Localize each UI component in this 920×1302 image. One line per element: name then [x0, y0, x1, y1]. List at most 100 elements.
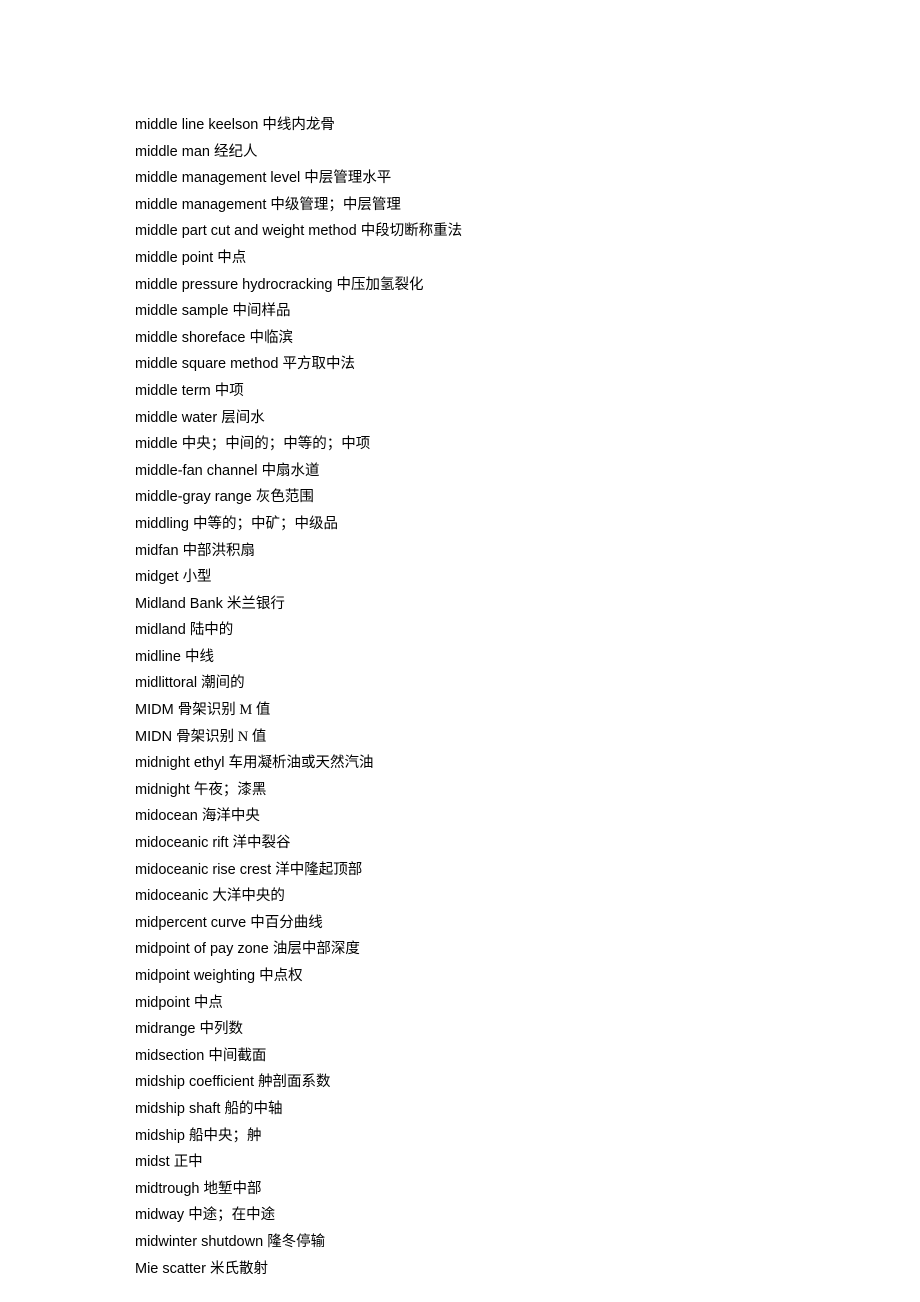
term-text: middle management level	[135, 170, 300, 186]
definition-text: 洋中隆起顶部	[275, 862, 362, 878]
term-text: midship shaft	[135, 1101, 220, 1117]
definition-text: 中临滨	[249, 330, 293, 346]
glossary-entry: middle term 中项	[135, 378, 785, 405]
term-text: middle-fan channel	[135, 463, 258, 479]
definition-text: 隆冬停输	[267, 1234, 325, 1250]
definition-text: 中段切断称重法	[361, 223, 463, 239]
term-text: midnight ethyl	[135, 755, 224, 771]
definition-text: 正中	[174, 1154, 203, 1170]
term-text: middle square method	[135, 356, 278, 372]
term-text: midfan	[135, 543, 179, 559]
glossary-entry: middle shoreface 中临滨	[135, 325, 785, 352]
term-text: middle management	[135, 197, 266, 213]
term-text: middle part cut and weight method	[135, 223, 357, 239]
term-text: middle shoreface	[135, 330, 245, 346]
glossary-entry: middling 中等的；中矿；中级品	[135, 511, 785, 538]
term-text: midpoint	[135, 995, 190, 1011]
definition-text: 骨架识别 M 值	[178, 702, 271, 718]
definition-text: 油层中部深度	[273, 941, 360, 957]
definition-text: 中压加氢裂化	[336, 277, 423, 293]
definition-text: 中扇水道	[262, 463, 320, 479]
term-text: MIDN	[135, 729, 172, 745]
definition-text: 中间样品	[233, 303, 291, 319]
term-text: midpercent curve	[135, 915, 246, 931]
definition-text: 车用凝析油或天然汽油	[229, 755, 374, 771]
term-text: midoceanic rise crest	[135, 862, 271, 878]
term-text: middle point	[135, 250, 213, 266]
definition-text: 中等的；中矿；中级品	[193, 516, 338, 532]
term-text: midtrough	[135, 1181, 199, 1197]
definition-text: 海洋中央	[202, 808, 260, 824]
term-text: Midland Bank	[135, 596, 223, 612]
term-text: MIDM	[135, 702, 174, 718]
definition-text: 中百分曲线	[250, 915, 323, 931]
glossary-entry: midpoint 中点	[135, 990, 785, 1017]
term-text: midst	[135, 1154, 170, 1170]
term-text: midoceanic rift	[135, 835, 228, 851]
definition-text: 潮间的	[201, 675, 245, 691]
glossary-entry: middle man 经纪人	[135, 139, 785, 166]
entries-list: middle line keelson 中线内龙骨middle man 经纪人m…	[135, 112, 785, 1282]
definition-text: 中点权	[259, 968, 303, 984]
glossary-entry: MIDM 骨架识别 M 值	[135, 697, 785, 724]
term-text: middling	[135, 516, 189, 532]
definition-text: 骨架识别 N 值	[176, 729, 266, 745]
glossary-entry: midnight ethyl 车用凝析油或天然汽油	[135, 750, 785, 777]
definition-text: 中项	[215, 383, 244, 399]
definition-text: 中部洪积扇	[183, 543, 256, 559]
glossary-entry: middle-fan channel 中扇水道	[135, 458, 785, 485]
term-text: middle term	[135, 383, 211, 399]
glossary-entry: midline 中线	[135, 644, 785, 671]
definition-text: 平方取中法	[283, 356, 356, 372]
term-text: middle sample	[135, 303, 229, 319]
term-text: midship	[135, 1128, 185, 1144]
glossary-entry: Midland Bank 米兰银行	[135, 591, 785, 618]
glossary-entry: midnight 午夜；漆黑	[135, 777, 785, 804]
definition-text: 中列数	[199, 1021, 243, 1037]
definition-text: 经纪人	[214, 144, 258, 160]
glossary-entry: midship 船中央；舯	[135, 1123, 785, 1150]
definition-text: 舯剖面系数	[258, 1074, 331, 1090]
term-text: midrange	[135, 1021, 195, 1037]
term-text: middle pressure hydrocracking	[135, 277, 332, 293]
glossary-entry: middle part cut and weight method 中段切断称重…	[135, 218, 785, 245]
term-text: midpoint of pay zone	[135, 941, 269, 957]
definition-text: 洋中裂谷	[233, 835, 291, 851]
definition-text: 中间截面	[208, 1048, 266, 1064]
definition-text: 中线	[185, 649, 214, 665]
glossary-entry: midrange 中列数	[135, 1016, 785, 1043]
term-text: midnight	[135, 782, 190, 798]
glossary-entry: Mie scatter 米氏散射	[135, 1256, 785, 1283]
glossary-entry: midland 陆中的	[135, 617, 785, 644]
glossary-entry: MIDN 骨架识别 N 值	[135, 724, 785, 751]
glossary-entry: middle-gray range 灰色范围	[135, 484, 785, 511]
definition-text: 陆中的	[190, 622, 234, 638]
glossary-entry: midway 中途；在中途	[135, 1202, 785, 1229]
definition-text: 地堑中部	[204, 1181, 262, 1197]
term-text: midsection	[135, 1048, 204, 1064]
term-text: midwinter shutdown	[135, 1234, 263, 1250]
glossary-page: middle line keelson 中线内龙骨middle man 经纪人m…	[0, 0, 785, 1282]
glossary-entry: middle management level 中层管理水平	[135, 165, 785, 192]
definition-text: 米氏散射	[210, 1261, 268, 1277]
definition-text: 船中央；舯	[189, 1128, 262, 1144]
definition-text: 船的中轴	[224, 1101, 282, 1117]
term-text: midocean	[135, 808, 198, 824]
glossary-entry: midtrough 地堑中部	[135, 1176, 785, 1203]
glossary-entry: midfan 中部洪积扇	[135, 538, 785, 565]
definition-text: 小型	[183, 569, 212, 585]
term-text: middle line keelson	[135, 117, 258, 133]
glossary-entry: midsection 中间截面	[135, 1043, 785, 1070]
term-text: midpoint weighting	[135, 968, 255, 984]
glossary-entry: middle 中央；中间的；中等的；中项	[135, 431, 785, 458]
definition-text: 午夜；漆黑	[194, 782, 267, 798]
term-text: midget	[135, 569, 179, 585]
definition-text: 大洋中央的	[212, 888, 285, 904]
glossary-entry: middle line keelson 中线内龙骨	[135, 112, 785, 139]
definition-text: 灰色范围	[256, 489, 314, 505]
glossary-entry: middle point 中点	[135, 245, 785, 272]
glossary-entry: midpoint weighting 中点权	[135, 963, 785, 990]
glossary-entry: middle water 层间水	[135, 405, 785, 432]
term-text: middle water	[135, 410, 217, 426]
glossary-entry: midget 小型	[135, 564, 785, 591]
